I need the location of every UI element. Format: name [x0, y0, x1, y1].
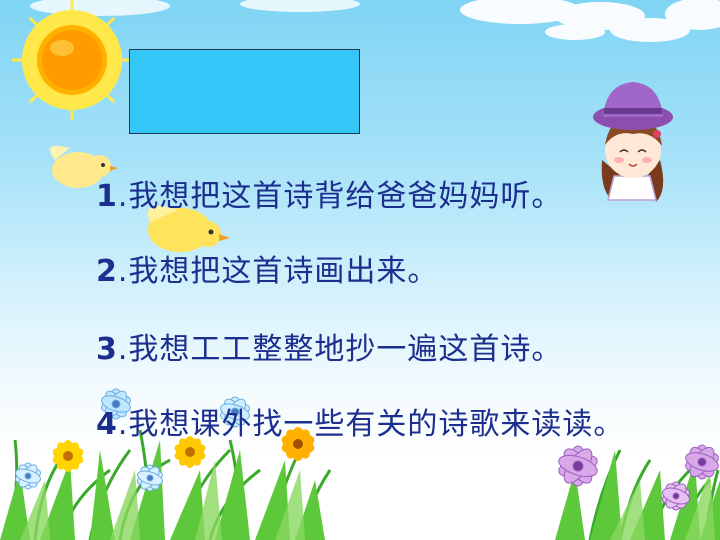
list-item-number: 3 — [96, 332, 118, 367]
list-item: 3.我想工工整整地抄一遍这首诗。 — [96, 331, 562, 369]
list-item-number: 4 — [96, 407, 118, 442]
title-placeholder-box — [129, 49, 360, 134]
list-item-text: .我想工工整整地抄一遍这首诗。 — [117, 332, 563, 367]
list-item-text: .我想把这首诗背给爸爸妈妈听。 — [117, 179, 563, 214]
list-item: 2.我想把这首诗画出来。 — [96, 253, 438, 291]
list-item: 1.我想把这首诗背给爸爸妈妈听。 — [96, 178, 562, 216]
list-item-text: .我想课外找一些有关的诗歌来读读。 — [117, 407, 625, 442]
list-item-text: .我想把这首诗画出来。 — [117, 254, 439, 289]
list-item: 4.我想课外找一些有关的诗歌来读读。 — [96, 406, 624, 444]
cloud-icon — [460, 0, 720, 42]
girl-illustration — [593, 82, 673, 202]
slide: 1.我想把这首诗背给爸爸妈妈听。 2.我想把这首诗画出来。 3.我想工工整整地抄… — [0, 0, 720, 540]
list-item-number: 2 — [96, 254, 118, 289]
list-item-number: 1 — [96, 179, 118, 214]
sun-icon — [12, 0, 132, 120]
